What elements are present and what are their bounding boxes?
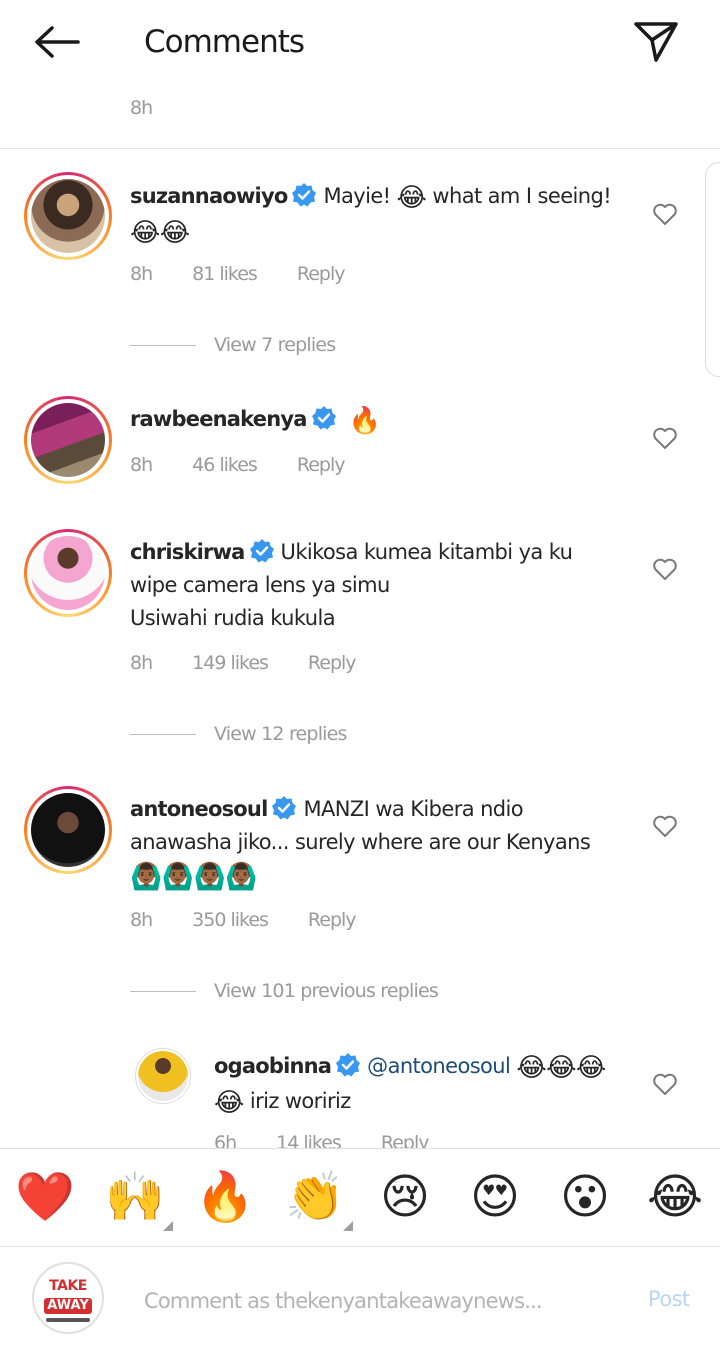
like-heart-icon[interactable] <box>652 202 678 226</box>
reaction-fire[interactable]: 🔥 <box>195 1167 255 1227</box>
view-replies-label: View 7 replies <box>214 334 336 356</box>
reaction-heart[interactable]: ❤️ <box>15 1167 75 1227</box>
comment-likes[interactable]: 14 likes <box>276 1132 342 1148</box>
comment-username[interactable]: rawbeenakenya <box>130 407 307 431</box>
reply-button[interactable]: Reply <box>308 652 357 674</box>
reaction-raised-hands[interactable]: 🙌 <box>105 1167 173 1231</box>
comment-input[interactable] <box>144 1285 614 1317</box>
comment-meta: 8h 350 likes Reply <box>130 909 396 931</box>
comment-text: antoneosoul MANZI wa Kibera ndio anawasha… <box>130 793 620 894</box>
page-title: Comments <box>144 24 305 60</box>
comment-likes[interactable]: 149 likes <box>192 652 269 674</box>
like-heart-icon[interactable] <box>652 814 678 838</box>
view-replies-label: View 101 previous replies <box>214 980 439 1002</box>
view-replies-label: View 12 replies <box>214 723 347 745</box>
current-user-avatar[interactable]: TAKE AWAY <box>32 1262 104 1334</box>
comment-body-cont: Usiwahi rudia kukula <box>130 606 336 630</box>
comments-list[interactable]: suzannaowiyo Mayie! 😂 what am I seeing! 😂😂… <box>0 90 720 1148</box>
comment-text: rawbeenakenya 🔥 <box>130 403 620 438</box>
comment-meta: 8h 81 likes Reply <box>130 263 384 285</box>
comment-text: chriskirwa Ukikosa kumea kitambi ya ku wi… <box>130 536 620 635</box>
quick-reactions-bar: ❤️ 🙌 🔥 👏 😢 😍 😮 😂 <box>0 1148 720 1246</box>
skin-tone-indicator <box>343 1221 353 1231</box>
verified-badge-icon <box>272 796 297 820</box>
logo-text-1: TAKE <box>49 1278 87 1294</box>
avatar[interactable] <box>24 172 112 260</box>
emoji: 😂 <box>214 1088 244 1118</box>
mention-link[interactable]: @antoneosoul <box>367 1054 511 1078</box>
emoji: 😂😂😂 <box>516 1053 606 1083</box>
reaction-heart-eyes[interactable]: 😍 <box>465 1167 525 1227</box>
back-arrow-icon[interactable] <box>28 20 84 64</box>
like-heart-icon[interactable] <box>652 1072 678 1096</box>
emoji: 🙆🏾‍♂️🙆🏾‍♂️🙆🏾‍♂️🙆🏾‍♂️ <box>130 862 258 892</box>
reaction-surprised[interactable]: 😮 <box>555 1167 615 1227</box>
like-heart-icon[interactable] <box>652 557 678 581</box>
verified-badge-icon <box>336 1053 361 1077</box>
post-button[interactable]: Post <box>648 1287 690 1311</box>
avatar[interactable] <box>24 529 112 617</box>
verified-badge-icon <box>292 183 317 207</box>
comment-time: 8h <box>130 454 153 476</box>
reaction-emoji: 🙌 <box>105 1169 165 1225</box>
comment-meta: 6h 14 likes Reply <box>214 1132 468 1148</box>
reply-button[interactable]: Reply <box>297 263 346 285</box>
comment-composer: TAKE AWAY Post <box>0 1246 720 1357</box>
comment-body: iriz woririz <box>243 1089 351 1113</box>
comment-text: suzannaowiyo Mayie! 😂 what am I seeing! 😂😂 <box>130 180 620 250</box>
like-heart-icon[interactable] <box>652 426 678 450</box>
view-replies-button[interactable]: View 12 replies <box>130 723 347 745</box>
takeaway-logo: TAKE AWAY <box>38 1272 98 1324</box>
avatar[interactable] <box>24 396 112 484</box>
emoji: 😂😂 <box>130 218 190 248</box>
emoji: 🔥 <box>348 406 381 436</box>
reply-button[interactable]: Reply <box>297 454 346 476</box>
side-scroll-card <box>705 162 720 377</box>
reaction-clap[interactable]: 👏 <box>285 1167 353 1231</box>
verified-badge-icon <box>311 406 336 430</box>
comment-meta: 8h 46 likes Reply <box>130 454 384 476</box>
comment-text: ogaobinna @antoneosoul 😂😂😂 😂 iriz woririz <box>214 1050 624 1120</box>
emoji: 😂 <box>396 183 427 213</box>
comment-username[interactable]: ogaobinna <box>214 1054 332 1078</box>
reply-button[interactable]: Reply <box>381 1132 430 1148</box>
view-replies-button[interactable]: View 101 previous replies <box>130 980 439 1002</box>
comment-username[interactable]: suzannaowiyo <box>130 184 288 208</box>
comment-time: 8h <box>130 652 153 674</box>
comment-body-cont: what am I seeing! <box>426 184 612 208</box>
comment-time: 8h <box>130 263 153 285</box>
avatar[interactable] <box>24 786 112 874</box>
comment-time: 6h <box>214 1132 237 1148</box>
comment-meta: 8h 149 likes Reply <box>130 652 396 674</box>
share-send-icon[interactable] <box>630 18 682 66</box>
skin-tone-indicator <box>163 1221 173 1231</box>
header: Comments <box>0 0 720 90</box>
verified-badge-icon <box>249 539 274 563</box>
comment-username[interactable]: chriskirwa <box>130 540 245 564</box>
logo-text-2: AWAY <box>44 1298 92 1314</box>
reply-button[interactable]: Reply <box>308 909 357 931</box>
comment-likes[interactable]: 81 likes <box>192 263 258 285</box>
reaction-crying[interactable]: 😢 <box>375 1167 435 1227</box>
comment-likes[interactable]: 46 likes <box>192 454 258 476</box>
view-replies-button[interactable]: View 7 replies <box>130 334 336 356</box>
comment-likes[interactable]: 350 likes <box>192 909 269 931</box>
comment-body: Mayie! <box>323 184 397 208</box>
avatar[interactable] <box>135 1048 191 1104</box>
reaction-emoji: 👏 <box>285 1169 345 1225</box>
comment-username[interactable]: antoneosoul <box>130 797 268 821</box>
reaction-laughing[interactable]: 😂 <box>645 1167 705 1227</box>
comment-time: 8h <box>130 909 153 931</box>
